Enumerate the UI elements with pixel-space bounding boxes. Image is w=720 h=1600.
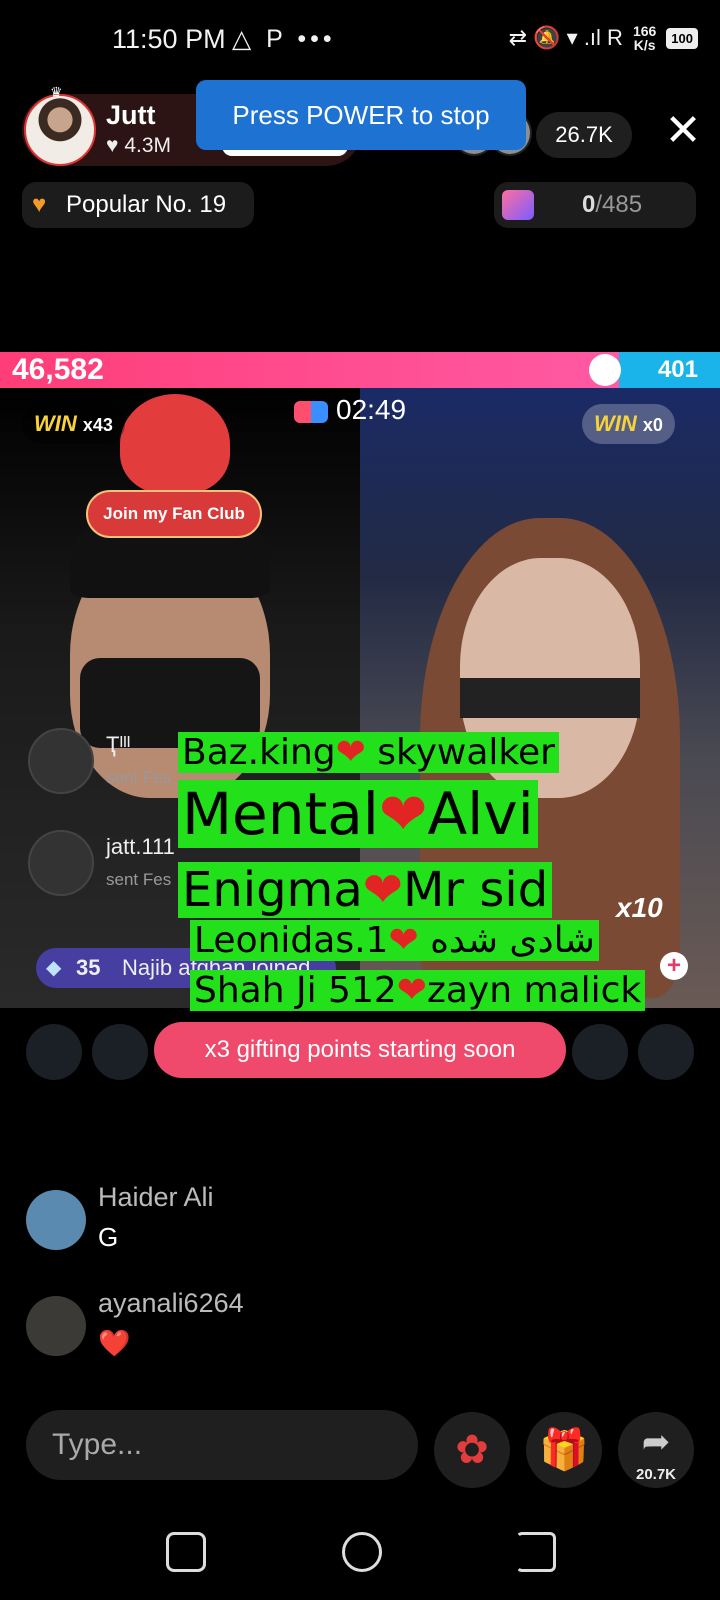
plus-icon[interactable]: +: [660, 952, 688, 980]
gift-notification: Ҭᴵᴵᴵ sent Fes: [22, 724, 282, 800]
chat-avatar[interactable]: [26, 1296, 86, 1356]
audience-avatar[interactable]: [638, 1024, 694, 1080]
battle-timer: 02:49: [294, 392, 406, 428]
gift-notification: jatt.111 sent Fes: [22, 826, 282, 902]
win-right-count: x0: [642, 415, 663, 435]
score-left: 46,582: [12, 353, 104, 386]
battle-glove-icon: [294, 400, 328, 423]
win-right-label: WIN: [594, 411, 637, 436]
share-icon: ➦: [641, 1423, 671, 1461]
heart-icon: ♥: [106, 134, 119, 157]
audience-avatar[interactable]: [92, 1024, 148, 1080]
screen-record-banner[interactable]: Press POWER to stop: [196, 80, 526, 150]
battle-divider-icon: [589, 354, 621, 386]
comment-input[interactable]: [26, 1410, 418, 1480]
network-speed-unit: K/s: [633, 37, 656, 53]
gift-icon[interactable]: 🎁: [526, 1412, 602, 1488]
status-time: 11:50 PM: [112, 24, 226, 54]
notification-icons: △ P •••: [232, 25, 336, 53]
gift-description: sent Fes: [106, 768, 172, 787]
battle-score-bar: 46,582 401: [0, 352, 720, 388]
host-avatar[interactable]: [24, 94, 96, 166]
diamond-count: 35: [76, 955, 101, 980]
chat-avatar[interactable]: [26, 1190, 86, 1250]
opponent-mask: [460, 678, 640, 718]
viewer-count[interactable]: 26.7K: [536, 112, 632, 158]
share-count: 20.7K: [635, 1466, 677, 1483]
win-left-count: x43: [82, 415, 113, 435]
join-notification: ◆ 35 Najib afghan joined: [36, 948, 336, 988]
network-speed: 166 K/s: [633, 24, 656, 52]
join-fan-club-button[interactable]: Join my Fan Club: [86, 490, 262, 538]
join-text: Najib afghan joined: [122, 955, 311, 980]
recents-button[interactable]: [166, 1532, 206, 1572]
host-likes-count: 4.3M: [124, 134, 171, 157]
score-right: 401: [657, 356, 698, 383]
crown-icon: ♛: [50, 84, 63, 100]
fan-club-heart-icon: [120, 394, 230, 494]
goal-progress: 0/485: [582, 182, 642, 228]
chat-message: ayanali6264 ❤️: [22, 1288, 622, 1374]
host-likes: ♥ 4.3M: [106, 134, 171, 158]
win-streak-left: WIN x43: [22, 404, 125, 444]
system-icons: ⇄ 🔕 ▾ .ıl R 166 K/s 100: [509, 24, 698, 52]
battle-timer-value: 02:49: [336, 394, 407, 425]
chat-message: Haider Ali G: [22, 1182, 622, 1268]
goal-current: 0: [582, 191, 596, 218]
home-button[interactable]: [342, 1532, 382, 1572]
rose-icon[interactable]: ✿: [434, 1412, 510, 1488]
gift-sender-name: Ҭᴵᴵᴵ: [106, 732, 131, 757]
connectivity-icons: ⇄ 🔕 ▾ .ıl R: [508, 25, 623, 50]
goal-chip[interactable]: 0/485: [494, 182, 696, 228]
broken-heart-icon: ♥: [32, 191, 47, 218]
system-nav-bar: [0, 1510, 720, 1600]
win-streak-right: WIN x0: [582, 404, 675, 444]
popular-rank-chip[interactable]: ♥ Popular No. 19: [22, 182, 254, 228]
chat-username[interactable]: ayanali6264: [98, 1288, 244, 1319]
gifting-points-banner: x3 gifting points starting soon: [154, 1022, 566, 1078]
chat-text: G: [98, 1222, 119, 1252]
status-bar: 11:50 PM △ P ••• ⇄ 🔕 ▾ .ıl R 166 K/s 100: [0, 0, 720, 80]
opponent-video[interactable]: [360, 388, 720, 1008]
gift-sender-name: jatt.111: [106, 834, 175, 859]
host-name: Jutt: [106, 100, 156, 130]
win-left-label: WIN: [34, 411, 77, 436]
audience-avatar[interactable]: [572, 1024, 628, 1080]
chat-text: ❤️: [98, 1328, 131, 1358]
close-icon[interactable]: ✕: [660, 108, 706, 154]
gift-sender-avatar[interactable]: [28, 830, 94, 896]
diamond-icon: ◆: [46, 957, 62, 979]
popular-rank-label: Popular No. 19: [66, 191, 227, 218]
chat-username[interactable]: Haider Ali: [98, 1182, 214, 1213]
share-button[interactable]: ➦ 20.7K: [618, 1412, 694, 1488]
audience-avatar[interactable]: [26, 1024, 82, 1080]
gift-sender-avatar[interactable]: [28, 728, 94, 794]
goal-gift-icon: [502, 190, 534, 220]
gift-description: sent Fes: [106, 870, 172, 889]
battery-icon: 100: [666, 27, 698, 49]
goal-total: /485: [595, 191, 643, 218]
back-button[interactable]: [516, 1532, 556, 1572]
